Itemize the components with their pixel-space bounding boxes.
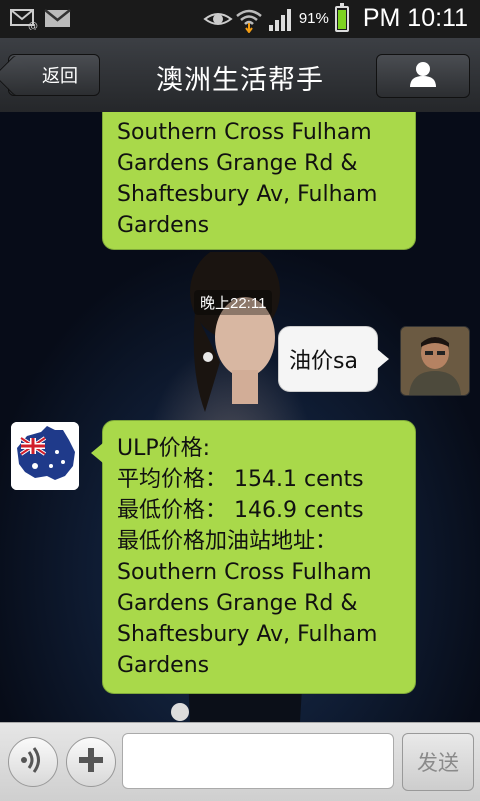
message-line: Gardens Grange Rd & xyxy=(117,151,358,176)
user-message-bubble[interactable]: 油价sa xyxy=(278,326,389,392)
wifi-icon xyxy=(235,7,262,34)
send-button[interactable]: 发送 xyxy=(402,733,474,791)
clock: PM 10:11 xyxy=(362,4,468,32)
email-icon: @ xyxy=(10,6,38,32)
status-bar: @ 91% PM 10:11 xyxy=(0,0,480,38)
voice-button[interactable] xyxy=(8,737,58,787)
title-bar: 返回 澳洲生活帮手 xyxy=(0,38,480,113)
chat-area[interactable]: Southern Cross Fulham Gardens Grange Rd … xyxy=(0,112,480,722)
back-button-label: 返回 xyxy=(42,66,78,87)
gmail-icon xyxy=(44,6,71,30)
battery-percent: 91% xyxy=(298,10,329,27)
message-line: Shaftesbury Av, Fulham xyxy=(117,622,378,647)
plus-icon xyxy=(76,745,106,779)
message-line: 平均价格： 154.1 cents xyxy=(117,467,364,492)
signal-icon xyxy=(267,7,293,31)
message-line: Gardens xyxy=(117,213,210,238)
message-line: ULP价格: xyxy=(117,436,211,461)
message-line: Southern Cross Fulham xyxy=(117,560,372,585)
send-button-label: 发送 xyxy=(417,751,459,775)
profile-button[interactable] xyxy=(376,54,470,98)
bot-message-bubble[interactable]: ULP价格: 平均价格： 154.1 cents 最低价格： 146.9 cen… xyxy=(91,420,416,694)
message-line: 最低价格： 146.9 cents xyxy=(117,498,364,523)
person-icon xyxy=(408,60,438,92)
message-line: Southern Cross Fulham xyxy=(117,120,372,145)
message-line: Shaftesbury Av, Fulham xyxy=(117,182,378,207)
svg-text:@: @ xyxy=(28,21,38,30)
bot-avatar[interactable] xyxy=(11,422,79,490)
message-line: 最低价格加油站地址： xyxy=(117,529,338,554)
message-input[interactable] xyxy=(122,733,394,789)
bot-message-bubble[interactable]: Southern Cross Fulham Gardens Grange Rd … xyxy=(102,112,416,250)
battery-icon xyxy=(334,2,349,32)
plus-button[interactable] xyxy=(66,737,116,787)
user-avatar[interactable] xyxy=(400,326,470,396)
message-timestamp: 晚上22:11 xyxy=(194,290,273,315)
message-line: Gardens Grange Rd & xyxy=(117,591,358,616)
message-line: Gardens xyxy=(117,653,210,678)
voice-icon xyxy=(18,745,48,779)
input-bar: 发送 xyxy=(0,722,480,801)
eye-icon xyxy=(203,7,233,31)
message-text: 油价sa xyxy=(289,349,358,374)
